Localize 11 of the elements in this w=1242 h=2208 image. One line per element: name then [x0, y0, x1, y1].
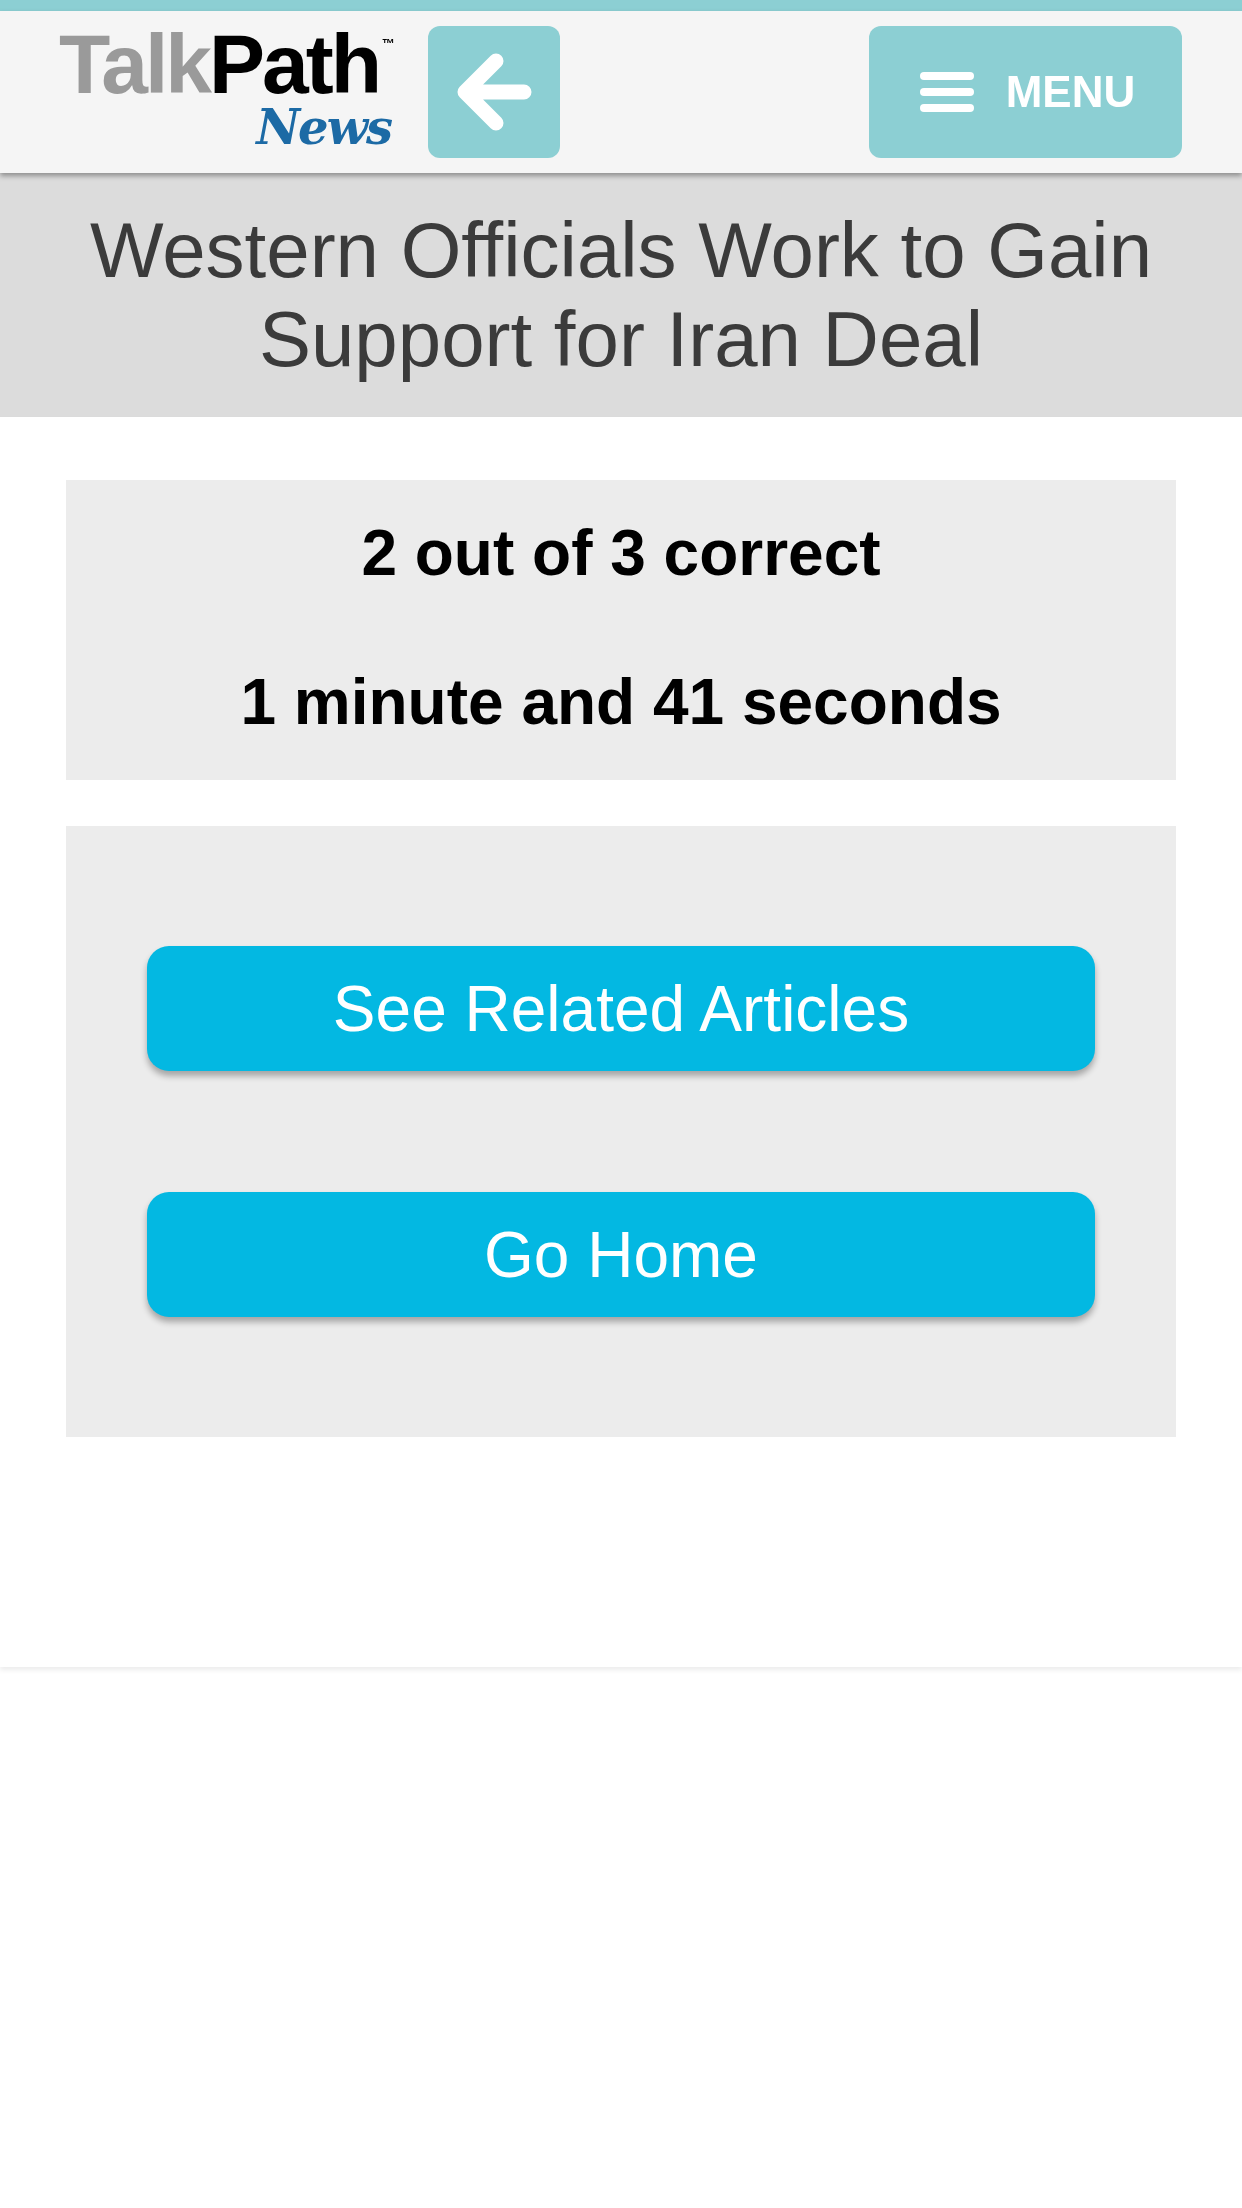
logo-subtitle: News	[256, 99, 391, 155]
score-text: 2 out of 3 correct	[361, 516, 881, 590]
arrow-left-icon	[456, 53, 532, 131]
time-text: 1 minute and 41 seconds	[240, 665, 1002, 739]
menu-icon	[919, 72, 974, 112]
action-button[interactable]: Go Home	[147, 1192, 1095, 1317]
action-button[interactable]: See Related Articles	[147, 946, 1095, 1071]
logo-wordmark[interactable]: TalkPath™	[59, 29, 395, 99]
menu-button[interactable]: MENU	[869, 26, 1182, 158]
article-title: Western Officials Work to Gain Support for Iran Deal	[89, 206, 1153, 384]
back-button[interactable]	[428, 26, 560, 158]
